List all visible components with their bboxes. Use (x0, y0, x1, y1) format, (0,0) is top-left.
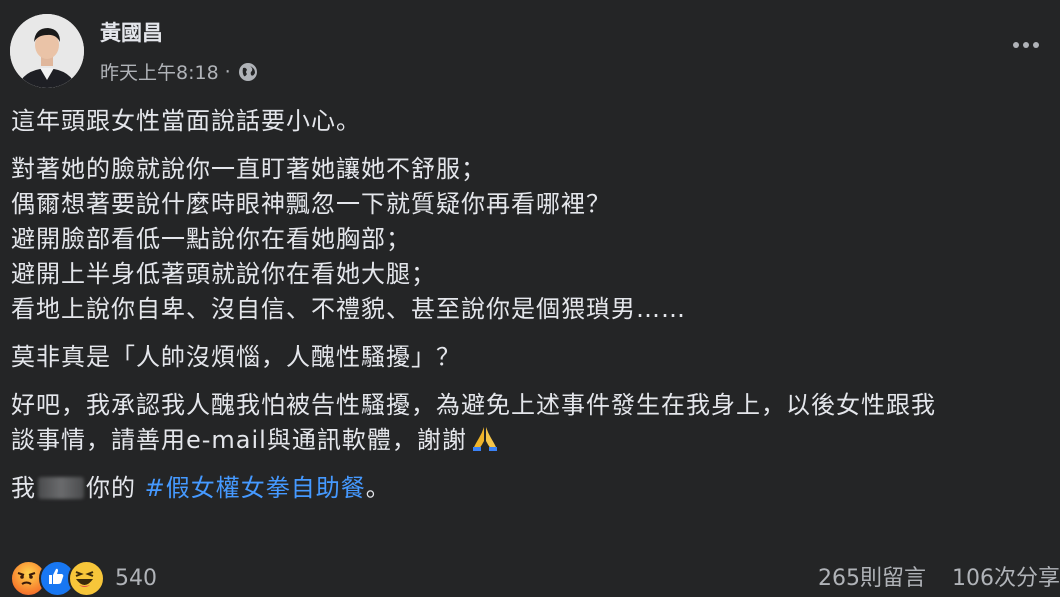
reaction-count[interactable]: 540 (115, 566, 157, 591)
text-line: 我 你的 #假女權女拳自助餐。 (11, 471, 1056, 506)
post-time[interactable]: 昨天上午8:18 (100, 58, 219, 85)
paragraph-4: 好吧，我承認我人醜我怕被告性騷擾，為避免上述事件發生在我身上，以後女性跟我 談事… (11, 388, 1056, 458)
text-line: 避開上半身低著頭就說你在看她大腿； (11, 260, 436, 288)
post-footer: 540 265則留言 106次分享 (0, 560, 1060, 597)
share-count[interactable]: 106次分享 (952, 560, 1060, 592)
paragraph-1: 這年頭跟女性當面說話要小心。 (11, 104, 1056, 139)
post-header: 黃國昌 昨天上午8:18 · (0, 0, 1060, 100)
comment-count[interactable]: 265則留言 (818, 560, 926, 592)
meta-separator: · (224, 60, 231, 83)
text-line: 莫非真是「人帥沒煩惱，人醜性騷擾」？ (11, 343, 461, 371)
paragraph-3: 莫非真是「人帥沒煩惱，人醜性騷擾」？ (11, 340, 1056, 375)
text-segment: 你的 (86, 474, 136, 502)
text-line: 看地上說你自卑、沒自信、不禮貌、甚至說你是個猥瑣男…… (11, 295, 686, 323)
text-line: 這年頭跟女性當面說話要小心。 (11, 107, 361, 135)
text-segment: 我 (11, 474, 36, 502)
text-segment: 談事情，請善用e-mail與通訊軟體，謝謝 (11, 426, 467, 454)
paragraph-2: 對著她的臉就說你一直盯著她讓她不舒服； 偶爾想著要說什麼時眼神飄忽一下就質疑你再… (11, 152, 1056, 327)
text-line-with-emoji: 談事情，請善用e-mail與通訊軟體，謝謝 (11, 423, 1056, 458)
folded-hands-icon (470, 423, 500, 453)
text-line: 偶爾想著要說什麼時眼神飄忽一下就質疑你再看哪裡？ (11, 190, 611, 218)
paragraph-5: 我 你的 #假女權女拳自助餐。 (11, 471, 1056, 506)
text-line: 對著她的臉就說你一直盯著她讓她不舒服； (11, 155, 486, 183)
text-line: 好吧，我承認我人醜我怕被告性騷擾，為避免上述事件發生在我身上，以後女性跟我 (11, 391, 936, 419)
post-meta: 昨天上午8:18 · (100, 58, 259, 85)
engagement-stats: 265則留言 106次分享 (818, 560, 1060, 592)
more-options-icon[interactable] (1004, 30, 1048, 60)
post-body: 這年頭跟女性當面說話要小心。 對著她的臉就說你一直盯著她讓她不舒服； 偶爾想著要… (11, 104, 1056, 519)
hashtag-link[interactable]: #假女權女拳自助餐 (145, 474, 366, 502)
avatar-photo (10, 14, 84, 88)
haha-icon (68, 560, 105, 597)
text-segment: 。 (365, 474, 391, 502)
author-name[interactable]: 黃國昌 (100, 17, 163, 47)
globe-icon (237, 61, 259, 83)
censored-text (38, 477, 84, 499)
author-avatar[interactable] (10, 14, 84, 88)
text-line: 避開臉部看低一點說你在看她胸部； (11, 225, 411, 253)
reactions-summary[interactable]: 540 (10, 560, 157, 597)
